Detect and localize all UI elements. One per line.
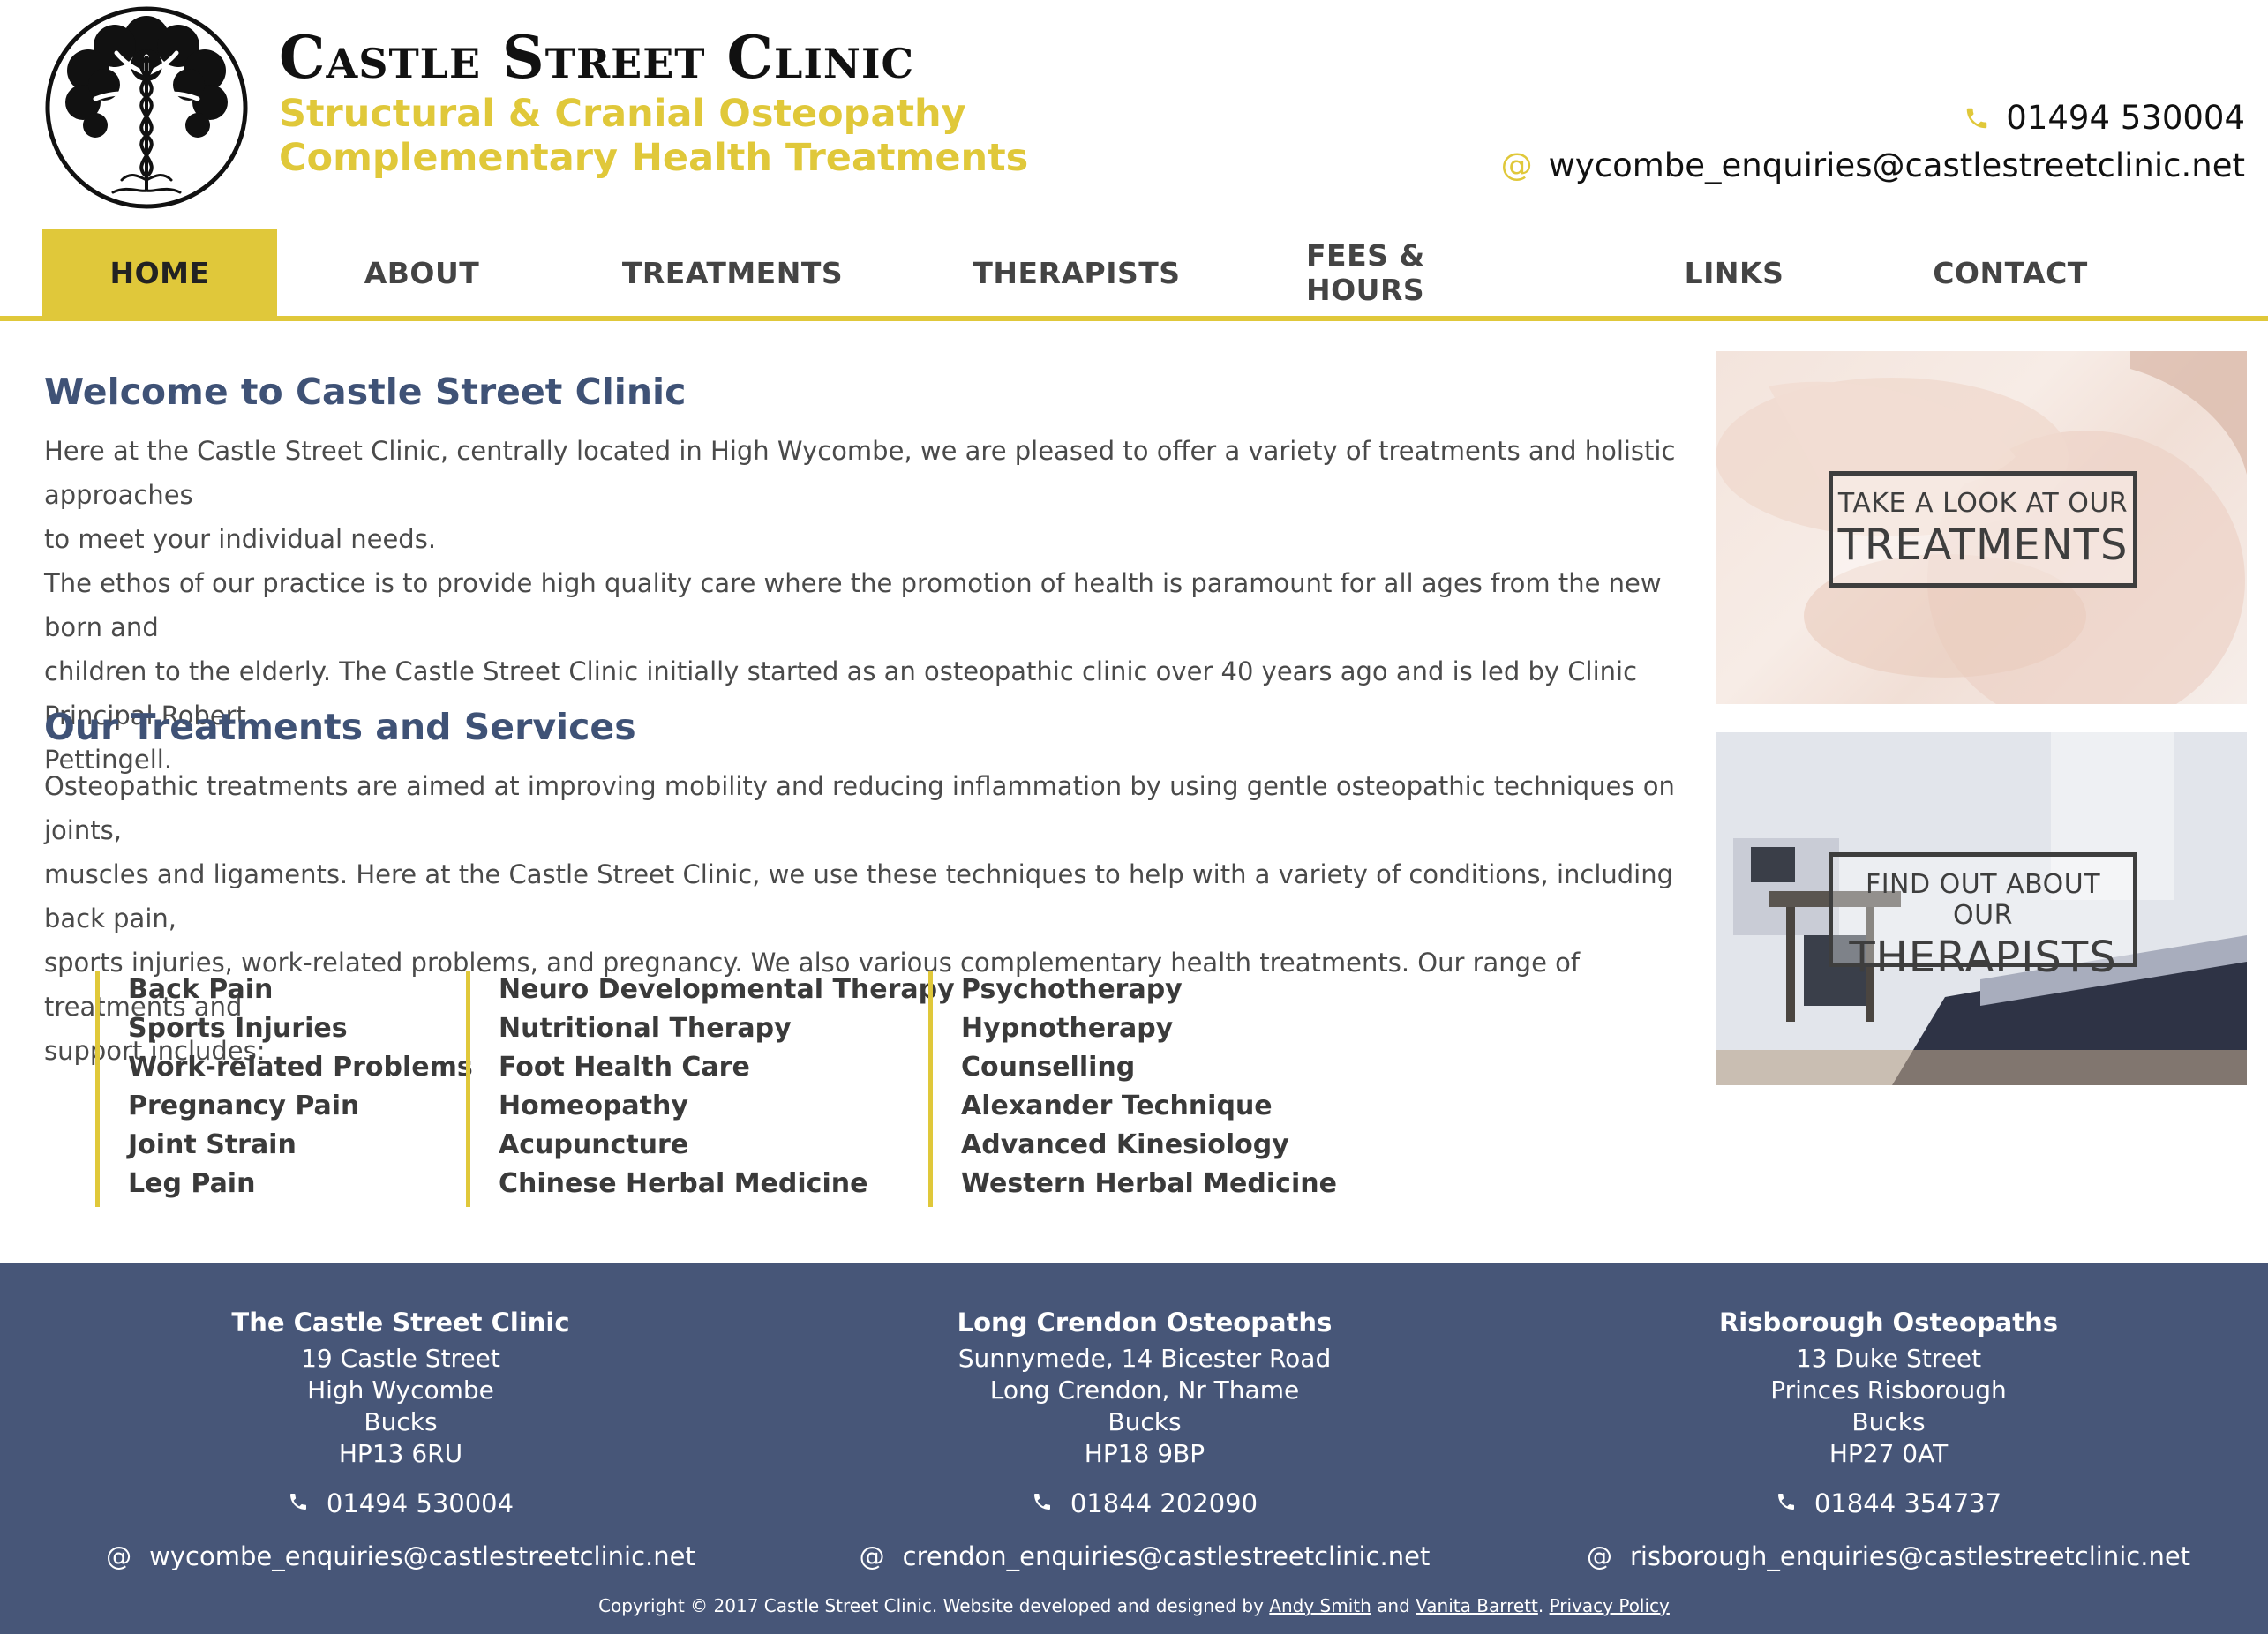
nav-contact[interactable]: CONTACT	[1915, 229, 2106, 316]
treatment-item: Chinese Herbal Medicine	[499, 1168, 868, 1199]
welcome-text-line: Here at the Castle Street Clinic, centra…	[44, 436, 1676, 510]
footer-email[interactable]: @ crendon_enquiries@castlestreetclinic.n…	[774, 1539, 1515, 1574]
at-icon: @	[859, 1541, 885, 1571]
treatment-item: Western Herbal Medicine	[961, 1168, 1337, 1199]
footer-address-line: Long Crendon, Nr Thame	[989, 1375, 1300, 1405]
footer-email-address: crendon_enquiries@castlestreetclinic.net	[902, 1541, 1431, 1571]
therapists-promo-small: FIND OUT ABOUT OUR	[1865, 869, 2101, 931]
footer-address-line: 19 Castle Street	[301, 1344, 500, 1373]
treatment-item: Joint Strain	[128, 1129, 297, 1160]
treatments-promo-big: TREATMENTS	[1837, 521, 2129, 570]
copyright-period: .	[1537, 1595, 1544, 1616]
treatments-promo-label[interactable]: TAKE A LOOK AT OUR TREATMENTS	[1829, 471, 2137, 588]
footer-clinic-risborough: Risborough Osteopaths 13 Duke Street Pri…	[1518, 1302, 2259, 1574]
at-icon: @	[1586, 1541, 1612, 1571]
services-text-line: muscles and ligaments. Here at the Castl…	[44, 859, 1674, 933]
phone-icon	[1776, 1486, 1797, 1521]
welcome-text-line: to meet your individual needs.	[44, 524, 437, 554]
treatments-promo-small: TAKE A LOOK AT OUR	[1837, 488, 2129, 519]
site-subtitle-osteopathy: Structural & Cranial Osteopathy	[279, 92, 966, 136]
footer-clinic-name: Risborough Osteopaths	[1718, 1308, 2059, 1338]
therapists-promo-label[interactable]: FIND OUT ABOUT OUR THERAPISTS	[1829, 852, 2137, 982]
treatment-list-column-3: Psychotherapy Hypnotherapy Counselling A…	[928, 971, 1337, 1207]
copyright-and: and	[1377, 1595, 1410, 1616]
footer-email-address: wycombe_enquiries@castlestreetclinic.net	[149, 1541, 695, 1571]
treatment-item: Back Pain	[128, 974, 274, 1005]
footer-email-address: risborough_enquiries@castlestreetclinic.…	[1629, 1541, 2191, 1571]
clinic-logo[interactable]	[42, 4, 251, 212]
footer-phone[interactable]: 01494 530004	[30, 1486, 771, 1521]
copyright-text: Copyright © 2017 Castle Street Clinic. W…	[598, 1595, 1264, 1616]
footer-address-line: High Wycombe	[307, 1375, 494, 1405]
author-link-andy-smith[interactable]: Andy Smith	[1269, 1595, 1371, 1616]
treatments-promo[interactable]: TAKE A LOOK AT OUR TREATMENTS	[1716, 351, 2247, 704]
footer-address-line: HP18 9BP	[1084, 1439, 1205, 1468]
footer-phone-number: 01494 530004	[326, 1488, 514, 1518]
treatment-item: Foot Health Care	[499, 1052, 750, 1083]
nav-links[interactable]: LINKS	[1668, 229, 1800, 316]
therapists-promo[interactable]: FIND OUT ABOUT OUR THERAPISTS	[1716, 732, 2247, 1085]
phone-icon	[1032, 1486, 1053, 1521]
footer-address-line: Bucks	[364, 1407, 438, 1436]
footer-phone-number: 01844 354737	[1814, 1488, 2002, 1518]
treatment-item: Work-related Problems	[128, 1052, 473, 1083]
footer-clinic-long-crendon: Long Crendon Osteopaths Sunnymede, 14 Bi…	[774, 1302, 1515, 1574]
footer-email[interactable]: @ wycombe_enquiries@castlestreetclinic.n…	[30, 1539, 771, 1574]
treatment-item: Acupuncture	[499, 1129, 689, 1160]
treatment-list-column-2: Neuro Developmental Therapy Nutritional …	[466, 971, 955, 1207]
footer-address-line: Sunnymede, 14 Bicester Road	[958, 1344, 1332, 1373]
site-title[interactable]: Castle Street Clinic	[279, 23, 914, 92]
treatment-item: Nutritional Therapy	[499, 1013, 792, 1044]
footer-clinic-castle-street: The Castle Street Clinic 19 Castle Stree…	[30, 1302, 771, 1574]
treatment-item: Counselling	[961, 1052, 1136, 1083]
treatment-list-column-1: Back Pain Sports Injuries Work-related P…	[95, 971, 473, 1207]
nav-treatments[interactable]: TREATMENTS	[618, 229, 847, 316]
footer-address-line: HP13 6RU	[338, 1439, 463, 1468]
main-nav: HOME ABOUT TREATMENTS THERAPISTS FEES & …	[0, 229, 2268, 321]
treatment-item: Pregnancy Pain	[128, 1091, 360, 1121]
footer-phone[interactable]: 01844 202090	[774, 1486, 1515, 1521]
services-heading: Our Treatments and Services	[44, 706, 636, 748]
footer-email[interactable]: @ risborough_enquiries@castlestreetclini…	[1518, 1539, 2259, 1574]
footer-address-line: HP27 0AT	[1829, 1439, 1949, 1468]
header-email-address: wycombe_enquiries@castlestreetclinic.net	[1548, 146, 2245, 184]
site-footer: The Castle Street Clinic 19 Castle Stree…	[0, 1263, 2268, 1634]
treatment-item: Leg Pain	[128, 1168, 256, 1199]
footer-address-line: Bucks	[1851, 1407, 1926, 1436]
treatment-item: Sports Injuries	[128, 1013, 348, 1044]
nav-fees-hours[interactable]: FEES & HOURS	[1306, 229, 1550, 316]
treatment-item: Alexander Technique	[961, 1091, 1273, 1121]
header-email[interactable]: @ wycombe_enquiries@castlestreetclinic.n…	[1501, 146, 2245, 184]
privacy-policy-link[interactable]: Privacy Policy	[1550, 1595, 1670, 1616]
welcome-text-line: The ethos of our practice is to provide …	[44, 568, 1662, 642]
treatment-item: Hypnotherapy	[961, 1013, 1174, 1044]
treatment-item: Neuro Developmental Therapy	[499, 974, 955, 1005]
nav-therapists[interactable]: THERAPISTS	[962, 229, 1191, 316]
welcome-heading: Welcome to Castle Street Clinic	[44, 371, 687, 413]
header-phone-number: 01494 530004	[2006, 99, 2245, 137]
author-link-vanita-barrett[interactable]: Vanita Barrett	[1416, 1595, 1538, 1616]
treatment-item: Advanced Kinesiology	[961, 1129, 1289, 1160]
nav-home[interactable]: HOME	[42, 229, 277, 316]
phone-icon	[1964, 105, 1990, 131]
services-text-line: Osteopathic treatments are aimed at impr…	[44, 771, 1675, 845]
footer-clinic-name: The Castle Street Clinic	[231, 1308, 570, 1338]
footer-clinic-name: Long Crendon Osteopaths	[957, 1308, 1333, 1338]
treatment-item: Psychotherapy	[961, 974, 1183, 1005]
copyright: Copyright © 2017 Castle Street Clinic. W…	[0, 1595, 2268, 1616]
site-subtitle-complementary: Complementary Health Treatments	[279, 136, 1029, 180]
footer-address-line: Princes Risborough	[1770, 1375, 2007, 1405]
footer-phone[interactable]: 01844 354737	[1518, 1486, 2259, 1521]
footer-address-line: Bucks	[1108, 1407, 1182, 1436]
at-icon: @	[106, 1541, 132, 1571]
footer-address-line: 13 Duke Street	[1795, 1344, 1982, 1373]
footer-phone-number: 01844 202090	[1070, 1488, 1258, 1518]
site-header: Castle Street Clinic Structural & Crania…	[0, 0, 2268, 229]
treatment-item: Homeopathy	[499, 1091, 688, 1121]
at-icon: @	[1500, 147, 1533, 184]
nav-about[interactable]: ABOUT	[335, 229, 508, 316]
phone-icon	[288, 1486, 309, 1521]
therapists-promo-big: THERAPISTS	[1849, 933, 2117, 982]
header-phone[interactable]: 01494 530004	[1964, 99, 2245, 137]
